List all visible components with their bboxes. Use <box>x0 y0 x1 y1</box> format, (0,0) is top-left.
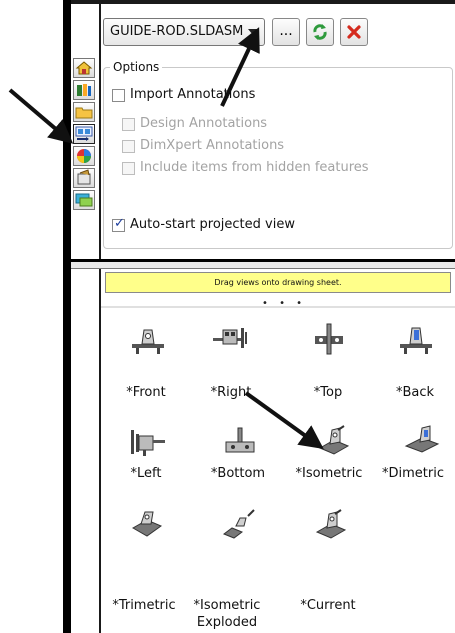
import-annotations-checkbox[interactable] <box>112 89 125 102</box>
isometric-view-icon <box>318 425 350 455</box>
close-icon <box>347 25 361 39</box>
hidden-features-label: Include items from hidden features <box>140 160 369 175</box>
chevron-down-icon <box>248 29 258 35</box>
design-annotations-label: Design Annotations <box>140 116 268 131</box>
left-edge-strip <box>63 0 71 633</box>
view-label-right: *Right <box>210 385 252 400</box>
arrow-to-view-palette-tab <box>8 88 74 144</box>
import-annotations-label: Import Annotations <box>130 87 256 102</box>
home-icon[interactable] <box>73 58 95 78</box>
hidden-features-checkbox[interactable] <box>122 162 135 175</box>
view-label-isometric: *Isometric <box>295 466 363 481</box>
dimetric-view-icon <box>404 425 440 453</box>
auto-start-projected-view-checkbox[interactable] <box>112 216 125 232</box>
design-library-icon[interactable] <box>73 80 95 100</box>
trimetric-view-icon <box>131 511 163 537</box>
view-label-dimetric: *Dimetric <box>382 466 444 481</box>
pane-left-border <box>99 0 101 633</box>
view-label-back: *Back <box>395 385 435 400</box>
view-label-bottom: *Bottom <box>210 466 266 481</box>
back-view-icon <box>400 327 432 354</box>
top-view-icon <box>315 323 343 355</box>
browse-button-label: ... <box>279 23 293 39</box>
custom-properties-icon[interactable] <box>73 168 95 188</box>
design-annotations-checkbox[interactable] <box>122 118 135 131</box>
section-divider-line <box>71 268 455 269</box>
front-view-icon <box>132 329 164 354</box>
document-dropdown-value: GUIDE-ROD.SLDASM <box>110 24 244 39</box>
close-button[interactable] <box>340 18 368 46</box>
right-view-icon <box>213 328 247 348</box>
refresh-button[interactable] <box>306 18 334 46</box>
current-view-icon <box>315 509 347 539</box>
view-label-current: *Current <box>300 598 356 613</box>
dimxpert-annotations-checkbox[interactable] <box>122 140 135 153</box>
view-label-isometric-exploded: *Isometric Exploded <box>193 598 261 630</box>
appearances-icon[interactable] <box>73 146 95 166</box>
auto-start-projected-view-label: Auto-start projected view <box>130 217 295 232</box>
palette-top-edge <box>101 306 455 308</box>
pane-top-border <box>71 0 455 4</box>
drag-hint-banner: Drag views onto drawing sheet. <box>105 272 451 293</box>
refresh-icon <box>313 24 327 40</box>
document-dropdown[interactable]: GUIDE-ROD.SLDASM <box>103 18 265 46</box>
bottom-view-icon <box>225 427 255 453</box>
view-label-trimetric: *Trimetric <box>112 598 176 613</box>
left-view-icon <box>131 430 165 456</box>
options-group-title: Options <box>110 60 163 74</box>
view-palette-icon[interactable] <box>73 124 95 144</box>
forum-icon[interactable] <box>73 190 95 210</box>
dimxpert-annotations-label: DimXpert Annotations <box>140 138 285 153</box>
file-explorer-icon[interactable] <box>73 102 95 122</box>
view-label-top: *Top <box>313 385 343 400</box>
browse-button[interactable]: ... <box>272 18 300 46</box>
view-label-front: *Front <box>126 385 166 400</box>
isometric-exploded-view-icon <box>222 509 255 539</box>
view-label-left: *Left <box>130 466 162 481</box>
